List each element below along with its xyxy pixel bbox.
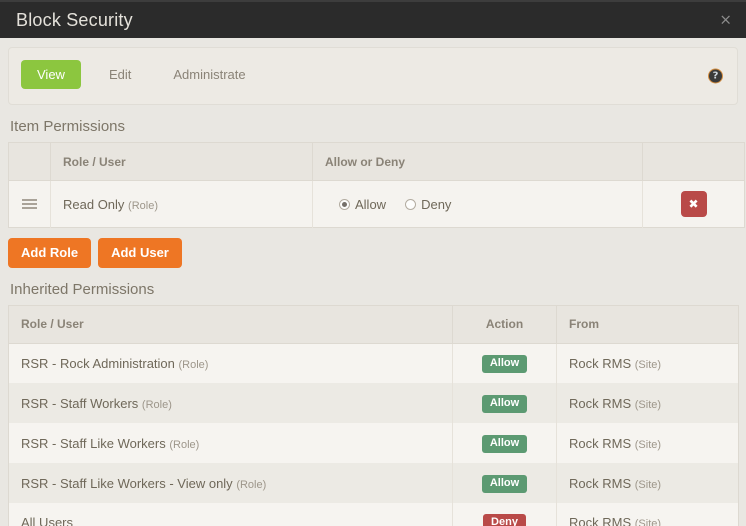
item-permissions-title: Item Permissions	[10, 118, 738, 135]
role-user-name: RSR - Staff Like Workers	[21, 436, 166, 451]
role-user-name: RSR - Rock Administration	[21, 356, 175, 371]
table-row: All Users Deny Rock RMS (Site)	[9, 503, 739, 526]
table-row: Read Only (Role) Allow Deny	[9, 181, 745, 228]
column-header-role-user: Role / User	[9, 305, 453, 343]
role-user-type: (Role)	[236, 479, 266, 491]
column-header-allow-deny: Allow or Deny	[313, 143, 643, 181]
column-header-actions	[643, 143, 745, 181]
cell-role-user: All Users	[9, 503, 453, 526]
allow-deny-radio-group: Allow Deny	[325, 197, 630, 212]
page-title: Block Security	[16, 11, 133, 29]
cell-role-user: RSR - Staff Workers (Role)	[9, 383, 453, 423]
table-row: RSR - Staff Like Workers - View only (Ro…	[9, 463, 739, 503]
cell-allow-deny: Allow Deny	[313, 181, 643, 228]
status-badge: Allow	[482, 395, 527, 413]
status-badge: Allow	[482, 355, 527, 373]
role-user-name: All Users	[21, 515, 73, 526]
role-user-name: Read Only	[63, 197, 124, 212]
from-name: Rock RMS	[569, 476, 631, 491]
status-badge: Allow	[482, 435, 527, 453]
cell-action: Allow	[453, 423, 557, 463]
tab-administrate[interactable]: Administrate	[157, 60, 261, 89]
status-badge: Allow	[482, 475, 527, 493]
modal-body: View Edit Administrate ? Item Permission…	[0, 38, 746, 526]
cell-action: Allow	[453, 383, 557, 423]
from-name: Rock RMS	[569, 515, 631, 526]
radio-allow-label: Allow	[355, 197, 386, 212]
column-header-handle	[9, 143, 51, 181]
radio-allow[interactable]: Allow	[339, 197, 386, 212]
item-permissions-table: Role / User Allow or Deny Read Only (Rol…	[8, 142, 745, 228]
column-header-from: From	[557, 305, 739, 343]
role-user-type: (Role)	[142, 399, 172, 411]
status-badge: Deny	[483, 514, 526, 526]
role-user-type: (Role)	[169, 439, 199, 451]
table-row: RSR - Rock Administration (Role) Allow Roc…	[9, 343, 739, 383]
radio-deny[interactable]: Deny	[405, 197, 451, 212]
close-icon[interactable]: ×	[719, 13, 732, 28]
column-header-action: Action	[453, 305, 557, 343]
from-type: (Site)	[635, 359, 661, 371]
cell-action: Deny	[453, 503, 557, 526]
role-user-name: RSR - Staff Workers	[21, 396, 138, 411]
modal-titlebar: Block Security ×	[0, 0, 746, 38]
from-name: Rock RMS	[569, 356, 631, 371]
cell-action: Allow	[453, 463, 557, 503]
radio-allow-dot[interactable]	[339, 199, 350, 210]
from-type: (Site)	[635, 518, 661, 526]
role-user-type: (Role)	[179, 359, 209, 371]
cell-from: Rock RMS (Site)	[557, 463, 739, 503]
from-name: Rock RMS	[569, 436, 631, 451]
radio-deny-dot[interactable]	[405, 199, 416, 210]
role-user-type: (Role)	[128, 200, 158, 212]
cell-role-user: Read Only (Role)	[51, 181, 313, 228]
cell-from: Rock RMS (Site)	[557, 423, 739, 463]
cell-actions: ✖	[643, 181, 745, 228]
add-buttons-group: Add Role Add User	[8, 238, 738, 268]
inherited-permissions-table: Role / User Action From RSR - Rock Admin…	[8, 305, 739, 526]
cell-handle	[9, 181, 51, 228]
tab-edit[interactable]: Edit	[93, 60, 147, 89]
tab-panel: View Edit Administrate ?	[8, 47, 738, 105]
add-user-button[interactable]: Add User	[98, 238, 182, 268]
add-role-button[interactable]: Add Role	[8, 238, 91, 268]
from-type: (Site)	[635, 399, 661, 411]
from-type: (Site)	[635, 479, 661, 491]
cell-role-user: RSR - Staff Like Workers (Role)	[9, 423, 453, 463]
radio-deny-label: Deny	[421, 197, 451, 212]
cell-role-user: RSR - Staff Like Workers - View only (Ro…	[9, 463, 453, 503]
inherited-permissions-title: Inherited Permissions	[10, 281, 738, 298]
table-header-row: Role / User Allow or Deny	[9, 143, 745, 181]
role-user-name: RSR - Staff Like Workers - View only	[21, 476, 233, 491]
cell-from: Rock RMS (Site)	[557, 383, 739, 423]
cell-action: Allow	[453, 343, 557, 383]
help-circle-icon[interactable]: ?	[708, 69, 723, 84]
from-type: (Site)	[635, 439, 661, 451]
table-header-row: Role / User Action From	[9, 305, 739, 343]
cell-role-user: RSR - Rock Administration (Role)	[9, 343, 453, 383]
from-name: Rock RMS	[569, 396, 631, 411]
drag-handle-icon[interactable]	[22, 199, 37, 210]
inherited-rows: RSR - Rock Administration (Role) Allow Roc…	[9, 343, 739, 526]
tab-view[interactable]: View	[21, 60, 81, 89]
cell-from: Rock RMS (Site)	[557, 503, 739, 526]
table-row: RSR - Staff Workers (Role) Allow Rock RMS …	[9, 383, 739, 423]
cell-from: Rock RMS (Site)	[557, 343, 739, 383]
table-row: RSR - Staff Like Workers (Role) Allow Rock…	[9, 423, 739, 463]
tab-list: View Edit Administrate	[21, 60, 725, 89]
column-header-role-user: Role / User	[51, 143, 313, 181]
delete-row-button[interactable]: ✖	[681, 191, 707, 217]
